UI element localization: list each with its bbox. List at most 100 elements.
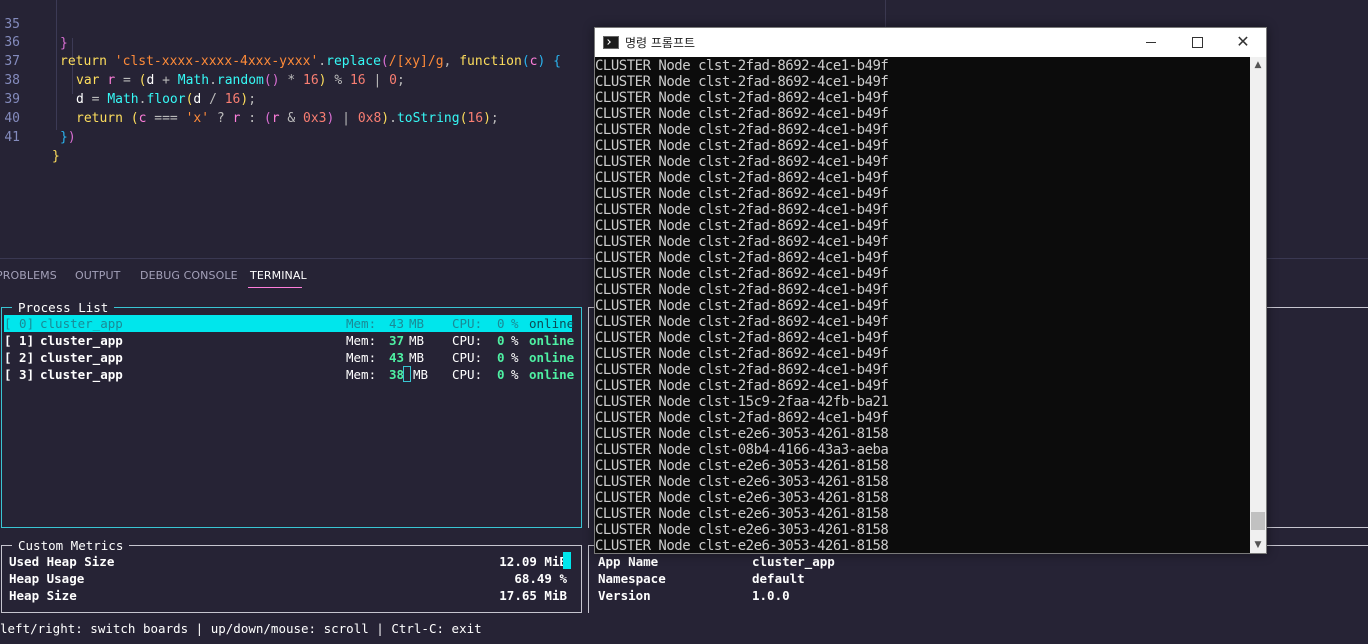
console-line: CLUSTER Node clst-e2e6-3053-4261-8158 bbox=[595, 426, 889, 442]
console-line: CLUSTER Node clst-2fad-8692-4ce1-b49f bbox=[595, 234, 889, 250]
mem-unit: MB bbox=[409, 350, 425, 365]
mem-value: 37 bbox=[389, 333, 405, 348]
code-line: 35 } bbox=[0, 0, 900, 51]
console-line: CLUSTER Node clst-2fad-8692-4ce1-b49f bbox=[595, 90, 889, 106]
process-list-title: Process List bbox=[12, 299, 115, 316]
console-line: CLUSTER Node clst-e2e6-3053-4261-8158 bbox=[595, 474, 889, 490]
tab-problems[interactable]: PROBLEMS bbox=[0, 269, 57, 282]
info-row: Version bbox=[598, 587, 651, 604]
line-number: 41 bbox=[4, 130, 20, 145]
info-value: default bbox=[752, 571, 805, 586]
console-line: CLUSTER Node clst-2fad-8692-4ce1-b49f bbox=[595, 106, 889, 122]
info-row: Namespace bbox=[598, 570, 666, 587]
info-label: App Name bbox=[598, 554, 659, 569]
process-id: [ 2] bbox=[4, 350, 35, 365]
tab-debug-console[interactable]: DEBUG CONSOLE bbox=[140, 269, 238, 282]
console-line: CLUSTER Node clst-2fad-8692-4ce1-b49f bbox=[595, 154, 889, 170]
mem-value: 38 bbox=[389, 367, 405, 382]
process-status: online bbox=[529, 316, 575, 331]
info-row: App Name bbox=[598, 553, 658, 570]
cpu-unit: % bbox=[511, 350, 519, 365]
console-line: CLUSTER Node clst-2fad-8692-4ce1-b49f bbox=[595, 250, 889, 266]
scroll-up-icon[interactable]: ▲ bbox=[1250, 57, 1266, 73]
metric-row: Heap Size 17.65 MiB bbox=[9, 587, 567, 604]
mem-unit: MB bbox=[413, 367, 429, 382]
console-line: CLUSTER Node clst-08b4-4166-43a3-aeba bbox=[595, 442, 889, 458]
process-name: cluster_app bbox=[40, 367, 123, 382]
metric-value: 68.49 % bbox=[514, 571, 567, 586]
cpu-value: 0 bbox=[497, 316, 505, 331]
keyboard-hints: left/right: switch boards | up/down/mous… bbox=[0, 621, 482, 636]
console-line: CLUSTER Node clst-2fad-8692-4ce1-b49f bbox=[595, 186, 889, 202]
mem-unit: MB bbox=[409, 333, 425, 348]
console-output[interactable]: CLUSTER Node clst-2fad-8692-4ce1-b49f CLU… bbox=[595, 57, 1250, 553]
metric-row: Used Heap Size 12.09 MiB bbox=[9, 553, 567, 570]
tab-terminal[interactable]: TERMINAL bbox=[250, 269, 307, 282]
console-line: CLUSTER Node clst-2fad-8692-4ce1-b49f bbox=[595, 378, 889, 394]
cpu-unit: % bbox=[511, 367, 519, 382]
console-line: CLUSTER Node clst-2fad-8692-4ce1-b49f bbox=[595, 410, 889, 426]
metric-label: Heap Size bbox=[9, 588, 77, 603]
process-row[interactable]: [ 3] cluster_app Mem: 38 MB CPU: 0 % onl… bbox=[4, 366, 575, 383]
window-title: 명령 프롬프트 bbox=[625, 36, 696, 50]
minimize-button[interactable] bbox=[1128, 28, 1174, 57]
app-info-panel[interactable] bbox=[588, 545, 1368, 613]
metric-value: 17.65 MiB bbox=[499, 588, 567, 603]
mem-value: 43 bbox=[389, 350, 405, 365]
process-status: online bbox=[529, 333, 575, 348]
process-id: [ 3] bbox=[4, 367, 35, 382]
maximize-button[interactable] bbox=[1174, 28, 1220, 57]
cpu-label: CPU: bbox=[452, 316, 483, 331]
scroll-down-icon[interactable]: ▼ bbox=[1250, 537, 1266, 553]
mem-label: Mem: bbox=[346, 316, 377, 331]
metric-row: Heap Usage 68.49 % bbox=[9, 570, 567, 587]
cpu-unit: % bbox=[511, 316, 519, 331]
command-prompt-window[interactable]: 명령 프롬프트 ✕ CLUSTER Node clst-2fad-8692-4c… bbox=[594, 27, 1267, 554]
mem-unit: MB bbox=[409, 316, 425, 331]
active-tab-indicator bbox=[248, 287, 302, 288]
console-line: CLUSTER Node clst-15c9-2faa-42fb-ba21 bbox=[595, 394, 889, 410]
console-line: CLUSTER Node clst-2fad-8692-4ce1-b49f bbox=[595, 362, 889, 378]
mem-value: 43 bbox=[389, 316, 405, 331]
console-line: CLUSTER Node clst-2fad-8692-4ce1-b49f bbox=[595, 298, 889, 314]
console-line: CLUSTER Node clst-2fad-8692-4ce1-b49f bbox=[595, 202, 889, 218]
console-line: CLUSTER Node clst-e2e6-3053-4261-8158 bbox=[595, 490, 889, 506]
console-line: CLUSTER Node clst-2fad-8692-4ce1-b49f bbox=[595, 170, 889, 186]
close-button[interactable]: ✕ bbox=[1220, 28, 1266, 57]
mem-label: Mem: bbox=[346, 350, 377, 365]
console-line: CLUSTER Node clst-2fad-8692-4ce1-b49f bbox=[595, 314, 889, 330]
process-id: [ 1] bbox=[4, 333, 35, 348]
console-line: CLUSTER Node clst-2fad-8692-4ce1-b49f bbox=[595, 58, 889, 74]
cpu-value: 0 bbox=[497, 350, 505, 365]
console-line: CLUSTER Node clst-2fad-8692-4ce1-b49f bbox=[595, 346, 889, 362]
process-row[interactable]: [ 2] cluster_app Mem: 43 MB CPU: 0 % onl… bbox=[4, 349, 575, 366]
console-line: CLUSTER Node clst-2fad-8692-4ce1-b49f bbox=[595, 122, 889, 138]
info-label: Namespace bbox=[598, 571, 666, 586]
cpu-label: CPU: bbox=[452, 350, 483, 365]
console-line: CLUSTER Node clst-e2e6-3053-4261-8158 bbox=[595, 538, 889, 553]
console-line: CLUSTER Node clst-e2e6-3053-4261-8158 bbox=[595, 458, 889, 474]
terminal-cursor bbox=[403, 366, 411, 382]
metric-value: 12.09 MiB bbox=[499, 554, 567, 569]
process-row[interactable]: [ 1] cluster_app Mem: 37 MB CPU: 0 % onl… bbox=[4, 332, 575, 349]
window-titlebar[interactable]: 명령 프롬프트 ✕ bbox=[595, 28, 1266, 57]
scrollbar[interactable]: ▲ ▼ bbox=[1250, 57, 1266, 553]
console-line: CLUSTER Node clst-e2e6-3053-4261-8158 bbox=[595, 506, 889, 522]
tab-output[interactable]: OUTPUT bbox=[75, 269, 120, 282]
process-row[interactable]: [ 0] cluster_app Mem: 43 MB CPU: 0 % onl… bbox=[4, 315, 575, 332]
info-label: Version bbox=[598, 588, 651, 603]
cpu-label: CPU: bbox=[452, 333, 483, 348]
console-line: CLUSTER Node clst-2fad-8692-4ce1-b49f bbox=[595, 330, 889, 346]
console-line: CLUSTER Node clst-2fad-8692-4ce1-b49f bbox=[595, 218, 889, 234]
mem-label: Mem: bbox=[346, 333, 377, 348]
console-line: CLUSTER Node clst-2fad-8692-4ce1-b49f bbox=[595, 282, 889, 298]
process-status: online bbox=[529, 367, 575, 382]
custom-metrics-title: Custom Metrics bbox=[12, 537, 130, 554]
panel-border bbox=[1266, 527, 1368, 528]
scroll-cursor bbox=[563, 552, 571, 569]
console-line: CLUSTER Node clst-2fad-8692-4ce1-b49f bbox=[595, 266, 889, 282]
terminal-icon bbox=[603, 36, 619, 49]
process-status: online bbox=[529, 350, 575, 365]
metric-label: Heap Usage bbox=[9, 571, 85, 586]
scrollbar-thumb[interactable] bbox=[1251, 512, 1265, 530]
